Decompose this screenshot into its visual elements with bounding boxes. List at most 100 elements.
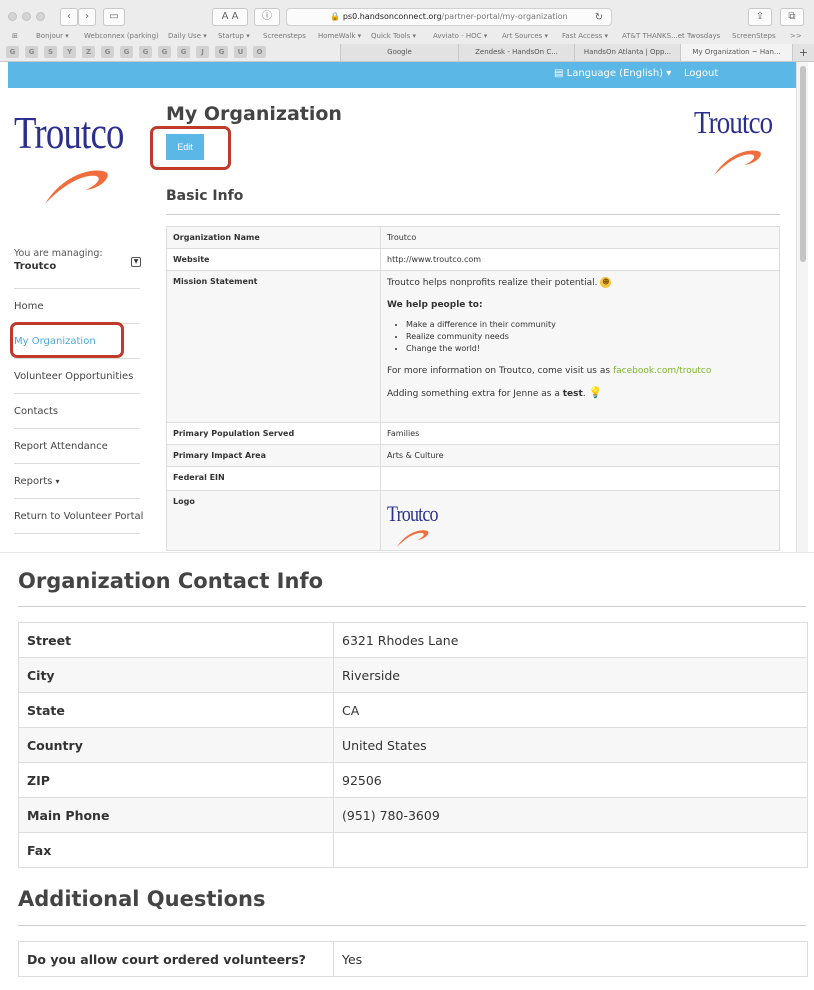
page-scrollbar[interactable] xyxy=(796,62,808,552)
logout-link[interactable]: Logout xyxy=(684,68,718,79)
sidebar-item-reports-label: Reports xyxy=(14,476,53,487)
pinned-tab-icon[interactable]: G xyxy=(177,46,190,58)
scrollbar-thumb[interactable] xyxy=(800,66,806,262)
row-label: Website xyxy=(166,248,381,271)
reader-text-size-button[interactable]: A A xyxy=(212,8,248,26)
zoom-window-icon[interactable] xyxy=(36,12,45,21)
row-label: Country xyxy=(18,727,334,763)
tabs-overview-icon[interactable]: ⧉ xyxy=(780,8,804,26)
address-bar[interactable]: 🔒 ps0.handsonconnect.org/partner-portal/… xyxy=(286,8,612,26)
browser-chrome: ‹ › ▭ A A ⓘ 🔒 ps0.handsonconnect.org/par… xyxy=(0,0,814,62)
sidebar-toggle-icon[interactable]: ▭ xyxy=(103,8,125,26)
row-value: http://www.troutco.com xyxy=(380,248,780,271)
table-row: Street 6321 Rhodes Lane xyxy=(18,622,808,658)
sidebar-item-contacts[interactable]: Contacts xyxy=(14,394,140,429)
tab-my-organization[interactable]: My Organization ~ Han... xyxy=(680,44,792,61)
bookmark-item[interactable]: AT&T THANKS...et Twosdays xyxy=(622,32,720,40)
pinned-tab-icon[interactable]: G xyxy=(6,46,19,58)
mission-extra-text: Adding something extra for Jenne as a xyxy=(387,389,560,399)
bookmark-item[interactable]: Avviato - HOC ▾ xyxy=(433,32,487,40)
header-logo: Troutco xyxy=(694,104,784,184)
pinned-tab-icon[interactable]: G xyxy=(139,46,152,58)
pinned-tab-icon[interactable]: O xyxy=(253,46,266,58)
pinned-tab-icon[interactable]: U xyxy=(234,46,247,58)
bookmark-item[interactable]: Quick Tools ▾ xyxy=(371,32,416,40)
row-value: United States xyxy=(333,727,808,763)
pinned-tab-icon[interactable]: G xyxy=(215,46,228,58)
table-row: Country United States xyxy=(18,727,808,763)
sidebar-logo[interactable]: Troutco xyxy=(14,108,144,218)
tab-zendesk[interactable]: Zendesk - HandsOn C... xyxy=(458,44,574,61)
reload-icon[interactable]: ↻ xyxy=(592,10,606,24)
divider xyxy=(166,214,780,215)
bookmarks-grid-icon[interactable]: ⊞ xyxy=(12,32,18,40)
bookmark-item[interactable]: Daily Use ▾ xyxy=(168,32,207,40)
lock-icon: 🔒 xyxy=(330,12,341,21)
pinned-tab-icon[interactable]: G xyxy=(25,46,38,58)
row-label: Fax xyxy=(18,832,334,868)
url-host: ps0.handsonconnect.org xyxy=(342,12,442,21)
lightbulb-icon: 💡 xyxy=(588,386,603,399)
bookmark-item[interactable]: Screensteps xyxy=(263,32,306,40)
pinned-tab-icon[interactable]: J xyxy=(196,46,209,58)
row-value xyxy=(380,466,780,491)
edit-button[interactable]: Edit xyxy=(166,134,204,160)
divider xyxy=(18,606,806,607)
row-value: (951) 780-3609 xyxy=(333,797,808,833)
mission-bold-line: We help people to: xyxy=(387,300,483,310)
share-icon[interactable]: ⇪ xyxy=(748,8,772,26)
forward-icon[interactable]: › xyxy=(78,8,96,26)
row-value: Families xyxy=(380,422,780,445)
row-label: City xyxy=(18,657,334,693)
divider xyxy=(18,925,806,926)
bookmark-item[interactable]: HomeWalk ▾ xyxy=(318,32,361,40)
tab-google[interactable]: Google xyxy=(340,44,458,61)
pinned-tab-icon[interactable]: G xyxy=(158,46,171,58)
dropdown-toggle-icon[interactable]: ▼ xyxy=(131,257,141,267)
sidebar-item-report-attendance[interactable]: Report Attendance xyxy=(14,429,140,464)
bookmarks-bar: ⊞ Bonjour ▾ Webconnex (parking) Daily Us… xyxy=(0,30,814,44)
mission-statement: Troutco helps nonprofits realize their p… xyxy=(380,270,780,423)
bookmark-item[interactable]: Bonjour ▾ xyxy=(36,32,69,40)
screenshot-separator xyxy=(0,552,814,570)
pinned-tab-icon[interactable]: S xyxy=(44,46,57,58)
bookmark-item[interactable]: Art Sources ▾ xyxy=(502,32,548,40)
logo-wordmark: Troutco xyxy=(694,104,773,140)
sidebar-item-return-to-volunteer-portal[interactable]: Return to Volunteer Portal xyxy=(14,499,143,534)
language-selector[interactable]: ▤ Language (English) ▾ xyxy=(554,68,671,79)
logo-wordmark: Troutco xyxy=(14,107,124,158)
list-item: Change the world! xyxy=(395,343,773,355)
facebook-link[interactable]: facebook.com/troutco xyxy=(613,366,711,376)
pinned-tab-icon[interactable]: Z xyxy=(82,46,95,58)
sidebar-item-volunteer-opportunities[interactable]: Volunteer Opportunities xyxy=(14,359,140,394)
sidebar-item-my-organization[interactable]: My Organization xyxy=(14,324,140,359)
close-window-icon[interactable] xyxy=(8,12,17,21)
bookmark-item[interactable]: Fast Access ▾ xyxy=(562,32,608,40)
bookmark-item[interactable]: Startup ▾ xyxy=(218,32,250,40)
logo-cell: Troutco xyxy=(380,490,780,551)
minimize-window-icon[interactable] xyxy=(22,12,31,21)
new-tab-icon[interactable]: + xyxy=(792,44,814,61)
managing-value: Troutco xyxy=(14,261,57,272)
pinned-tab-icon[interactable]: Y xyxy=(63,46,76,58)
row-value: 92506 xyxy=(333,762,808,798)
row-value: 6321 Rhodes Lane xyxy=(333,622,808,658)
back-icon[interactable]: ‹ xyxy=(60,8,78,26)
row-label: Federal EIN xyxy=(166,466,381,491)
table-row: Organization Name Troutco xyxy=(166,226,780,249)
tab-handson-atlanta[interactable]: HandsOn Atlanta | Opp... xyxy=(574,44,680,61)
pinned-tab-icon[interactable]: G xyxy=(101,46,114,58)
bookmarks-overflow[interactable]: >> xyxy=(790,32,802,40)
logo-swoosh-icon xyxy=(714,150,761,176)
sidebar-item-reports[interactable]: Reports ▾ xyxy=(14,464,140,499)
managing-selector[interactable]: You are managing: Troutco ▼ xyxy=(14,237,141,289)
row-label: Street xyxy=(18,622,334,658)
pinned-tab-icon[interactable]: G xyxy=(120,46,133,58)
row-value: CA xyxy=(333,692,808,728)
info-icon[interactable]: ⓘ xyxy=(254,8,280,26)
sidebar-item-home[interactable]: Home xyxy=(14,289,140,324)
mission-extra-suffix: . xyxy=(582,389,586,399)
logo-wordmark: Troutco xyxy=(387,501,439,526)
bookmark-item[interactable]: ScreenSteps xyxy=(732,32,776,40)
bookmark-item[interactable]: Webconnex (parking) xyxy=(84,32,159,40)
